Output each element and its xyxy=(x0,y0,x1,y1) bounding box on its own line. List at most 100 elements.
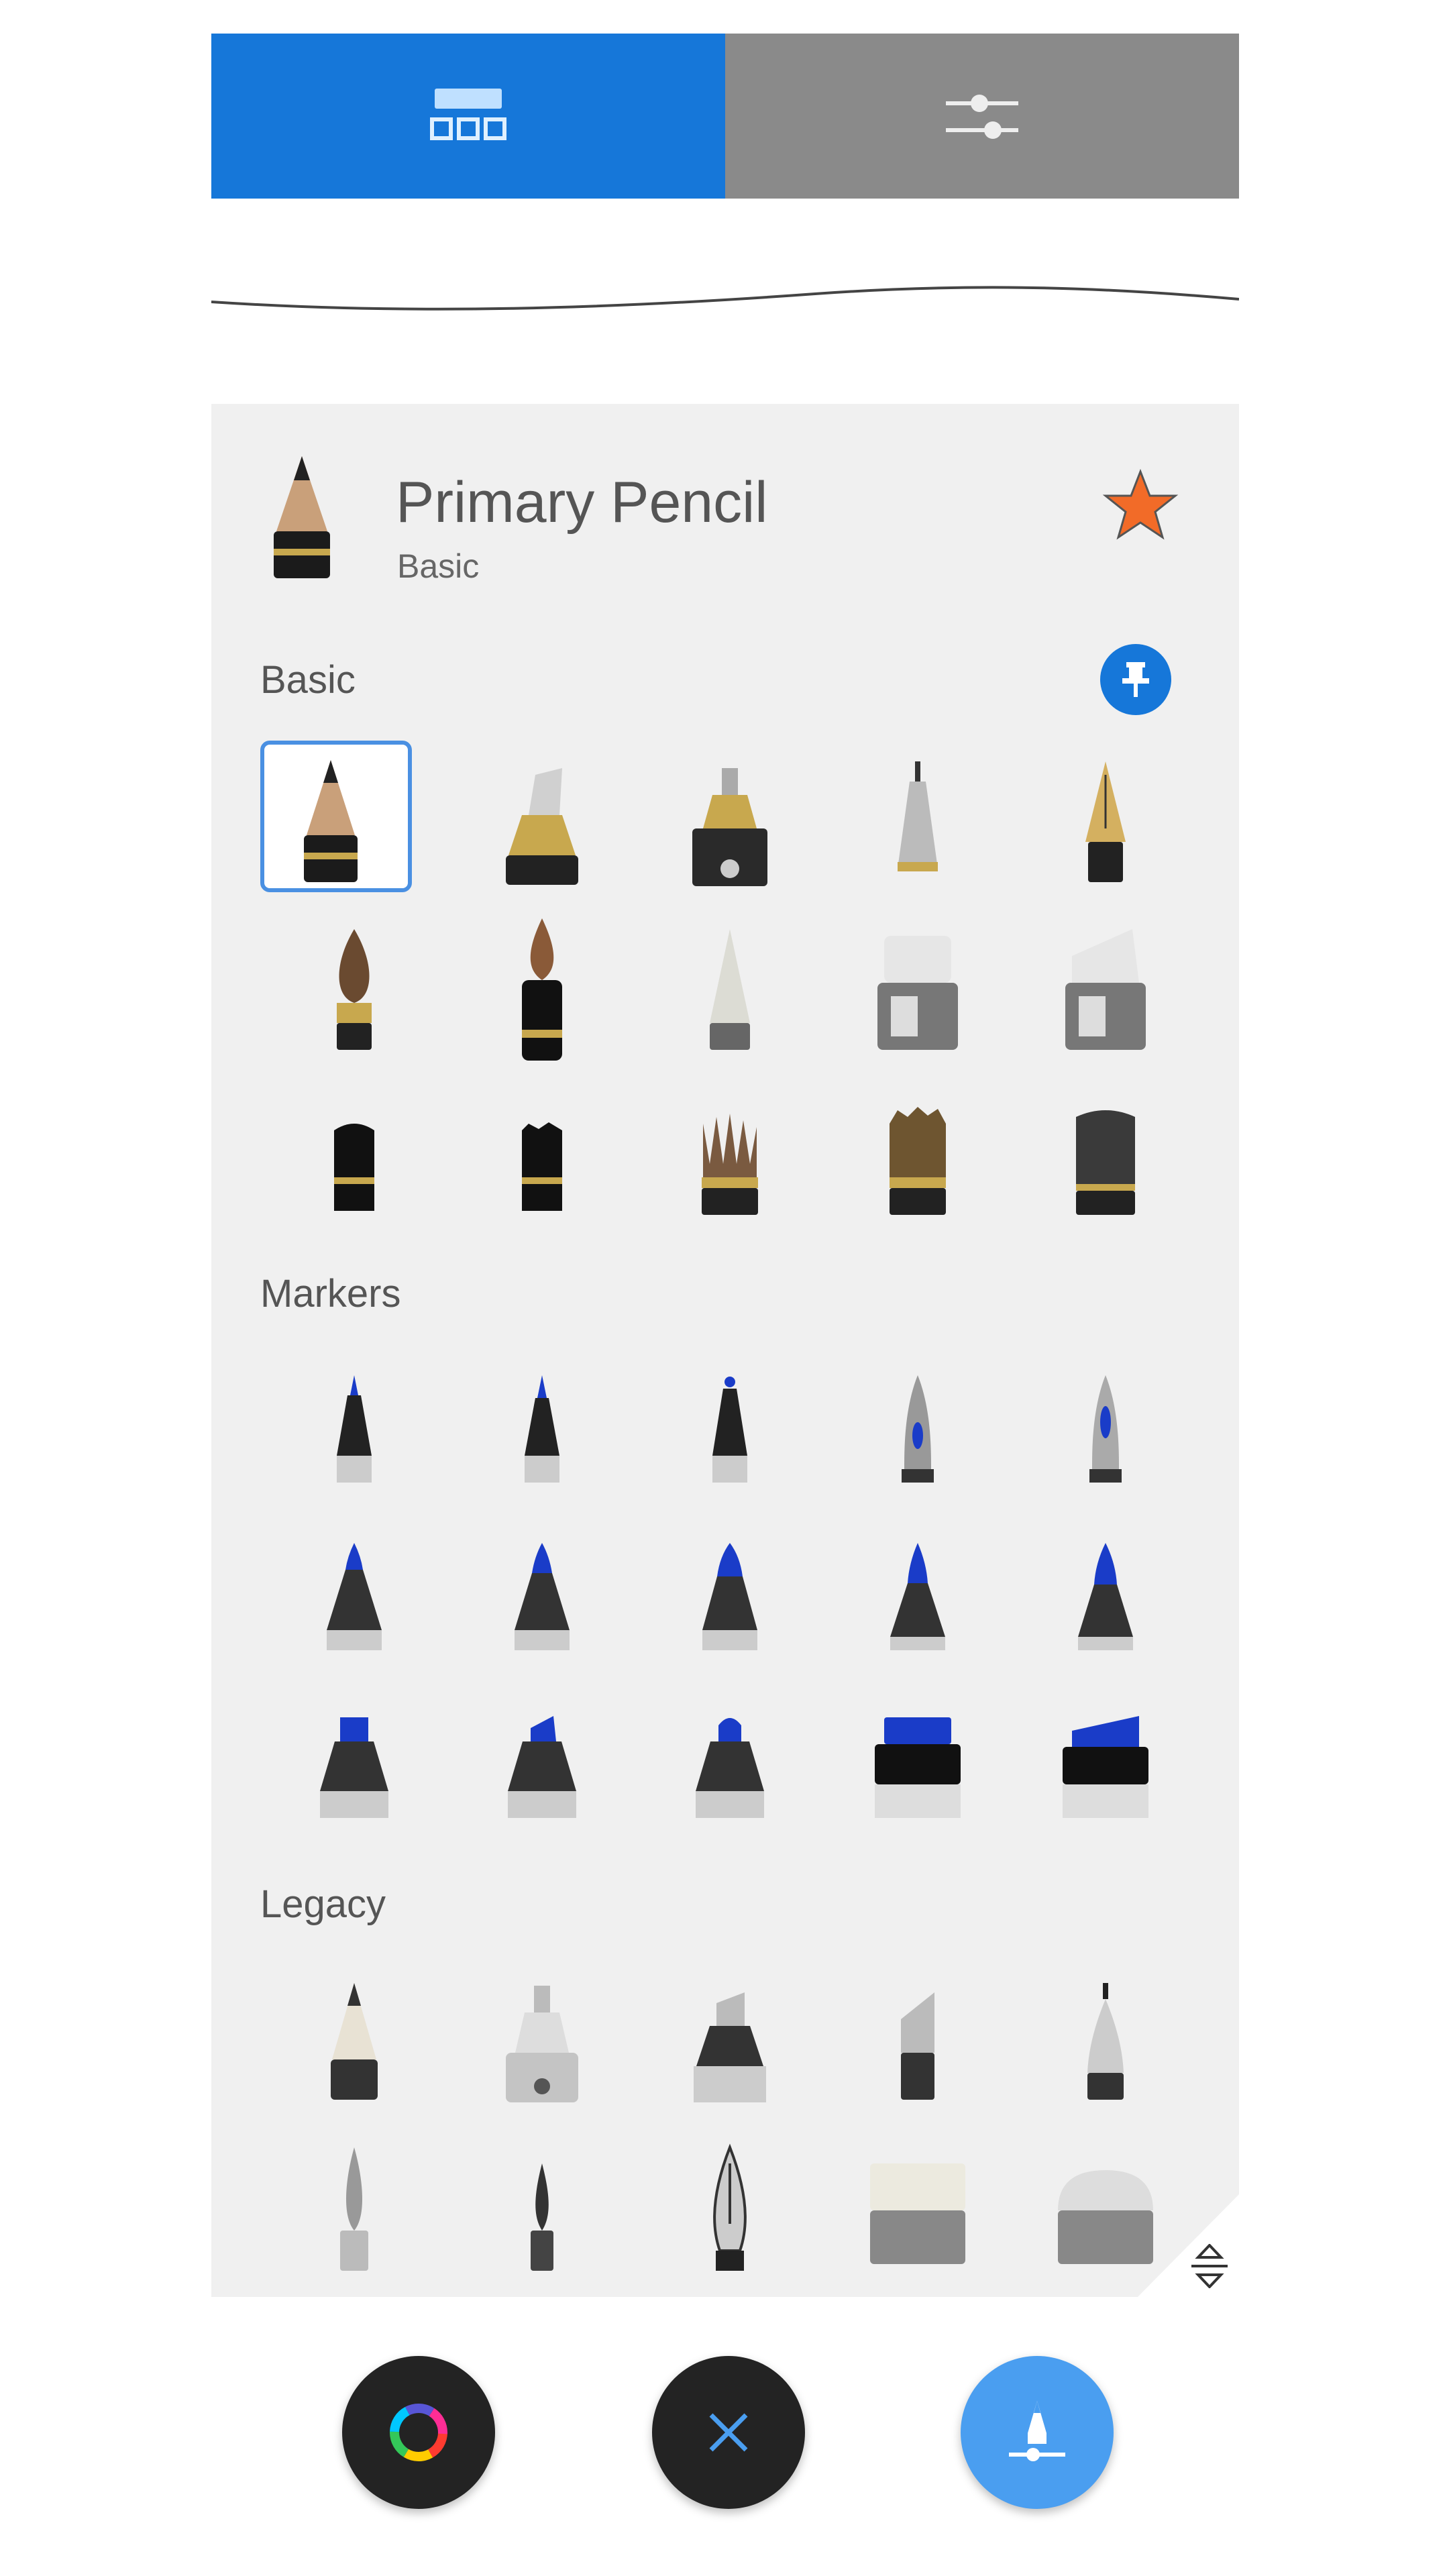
brush-felt-tip[interactable] xyxy=(636,738,824,906)
bullet-marker-icon xyxy=(1078,1543,1133,1650)
marker-chisel-2[interactable] xyxy=(448,1680,636,1848)
brush-soft-eraser[interactable] xyxy=(1012,906,1199,1073)
felt-marker-icon xyxy=(506,1986,578,2102)
chisel-marker-icon xyxy=(506,768,578,885)
resize-panel-icon[interactable] xyxy=(1186,2244,1233,2288)
round-eraser-icon xyxy=(1058,2170,1153,2264)
fine-marker-icon xyxy=(337,1375,372,1483)
marker-bullet-2[interactable] xyxy=(448,1513,636,1680)
color-wheel-icon xyxy=(390,2404,447,2461)
airbrush-icon xyxy=(710,929,750,1050)
brush-paint-roller[interactable] xyxy=(260,1073,448,1241)
soft-eraser-icon xyxy=(1065,929,1146,1050)
color-picker-button[interactable] xyxy=(342,2356,495,2509)
tab-brush-settings[interactable] xyxy=(725,34,1239,199)
marker-nib-2[interactable] xyxy=(1012,1345,1199,1513)
marker-bullet-1[interactable] xyxy=(260,1513,448,1680)
chisel-marker-icon xyxy=(694,1992,766,2102)
eraser-icon xyxy=(901,1992,934,2100)
bristle-brush-icon xyxy=(702,1114,758,1215)
pin-button[interactable] xyxy=(1100,644,1171,715)
bullet-marker-icon xyxy=(890,1543,945,1650)
favorite-star-icon[interactable] xyxy=(1100,466,1181,547)
ballpoint-icon xyxy=(1087,1983,1124,2100)
wide-marker-icon xyxy=(1063,1716,1148,1818)
brush-ballpoint[interactable] xyxy=(824,738,1012,906)
brush-icon xyxy=(340,2147,368,2271)
bullet-marker-icon xyxy=(327,1543,382,1650)
legacy-ballpoint[interactable] xyxy=(1012,1959,1199,2127)
close-button[interactable] xyxy=(652,2356,805,2509)
nib-marker-icon xyxy=(902,1375,934,1483)
legacy-pencil[interactable] xyxy=(260,1959,448,2127)
brush-hard-eraser[interactable] xyxy=(824,906,1012,1073)
pencil-icon xyxy=(304,760,358,882)
section-title-markers: Markers xyxy=(260,1272,401,1316)
close-icon xyxy=(709,2413,748,2452)
textured-stub-icon xyxy=(522,1122,562,1211)
legacy-fine-brush[interactable] xyxy=(448,2127,636,2294)
basic-brush-grid xyxy=(260,738,1199,1241)
chisel-marker-icon xyxy=(696,1718,764,1818)
chisel-marker-icon xyxy=(508,1716,576,1818)
flat-brush-icon xyxy=(1076,1110,1135,1215)
nib-marker-icon xyxy=(1089,1375,1122,1483)
brush-bristle-brush[interactable] xyxy=(636,1073,824,1241)
pencil-icon xyxy=(331,1983,378,2100)
fine-marker-icon xyxy=(712,1377,747,1483)
legacy-block-eraser[interactable] xyxy=(824,2127,1012,2294)
fountain-pen-icon xyxy=(1085,761,1126,882)
ballpoint-icon xyxy=(898,761,938,871)
marker-fine-3[interactable] xyxy=(636,1345,824,1513)
brush-airbrush[interactable] xyxy=(636,906,824,1073)
legacy-brush-grid xyxy=(260,1959,1199,2294)
paint-stub-icon xyxy=(334,1124,374,1211)
legacy-felt-marker[interactable] xyxy=(448,1959,636,2127)
brush-textured-stub[interactable] xyxy=(448,1073,636,1241)
markers-brush-grid xyxy=(260,1345,1199,1848)
marker-nib-1[interactable] xyxy=(824,1345,1012,1513)
section-title-basic: Basic xyxy=(260,658,356,702)
marker-fine-1[interactable] xyxy=(260,1345,448,1513)
marker-chisel-3[interactable] xyxy=(636,1680,824,1848)
ink-brush-icon xyxy=(522,918,562,1061)
legacy-fountain-pen[interactable] xyxy=(636,2127,824,2294)
hard-eraser-icon xyxy=(877,936,958,1050)
marker-wide-1[interactable] xyxy=(824,1680,1012,1848)
legacy-round-eraser[interactable] xyxy=(1012,2127,1199,2294)
tab-brush-library[interactable] xyxy=(211,34,725,199)
primary-pencil-icon xyxy=(274,456,330,578)
brush-round-brush[interactable] xyxy=(260,906,448,1073)
felt-tip-icon xyxy=(692,768,767,886)
wide-marker-icon xyxy=(875,1717,961,1818)
brush-wide-bristle[interactable] xyxy=(824,1073,1012,1241)
current-brush-name: Primary Pencil xyxy=(396,470,768,535)
bullet-marker-icon xyxy=(515,1543,570,1650)
brush-primary-pencil[interactable] xyxy=(260,738,448,906)
fine-brush-icon xyxy=(531,2163,553,2271)
marker-bullet-5[interactable] xyxy=(1012,1513,1199,1680)
chisel-marker-icon xyxy=(320,1717,388,1818)
marker-wide-2[interactable] xyxy=(1012,1680,1199,1848)
brush-tool-icon xyxy=(1009,2401,1065,2461)
legacy-eraser[interactable] xyxy=(824,1959,1012,2127)
bullet-marker-icon xyxy=(702,1543,757,1650)
fountain-pen-icon xyxy=(713,2143,747,2271)
block-eraser-icon xyxy=(870,2163,965,2264)
brush-tool-button[interactable] xyxy=(961,2356,1114,2509)
legacy-brush[interactable] xyxy=(260,2127,448,2294)
marker-chisel-1[interactable] xyxy=(260,1680,448,1848)
stroke-preview xyxy=(211,286,1239,311)
marker-fine-2[interactable] xyxy=(448,1345,636,1513)
brush-fountain-pen[interactable] xyxy=(1012,738,1199,906)
brush-library-icon xyxy=(430,89,506,140)
brush-flat-brush[interactable] xyxy=(1012,1073,1199,1241)
tab-bar xyxy=(211,34,1239,199)
legacy-chisel-marker[interactable] xyxy=(636,1959,824,2127)
brush-ink-brush[interactable] xyxy=(448,906,636,1073)
marker-bullet-4[interactable] xyxy=(824,1513,1012,1680)
marker-bullet-3[interactable] xyxy=(636,1513,824,1680)
fine-marker-icon xyxy=(525,1375,559,1483)
brush-chisel-marker[interactable] xyxy=(448,738,636,906)
round-brush-icon xyxy=(337,929,372,1050)
